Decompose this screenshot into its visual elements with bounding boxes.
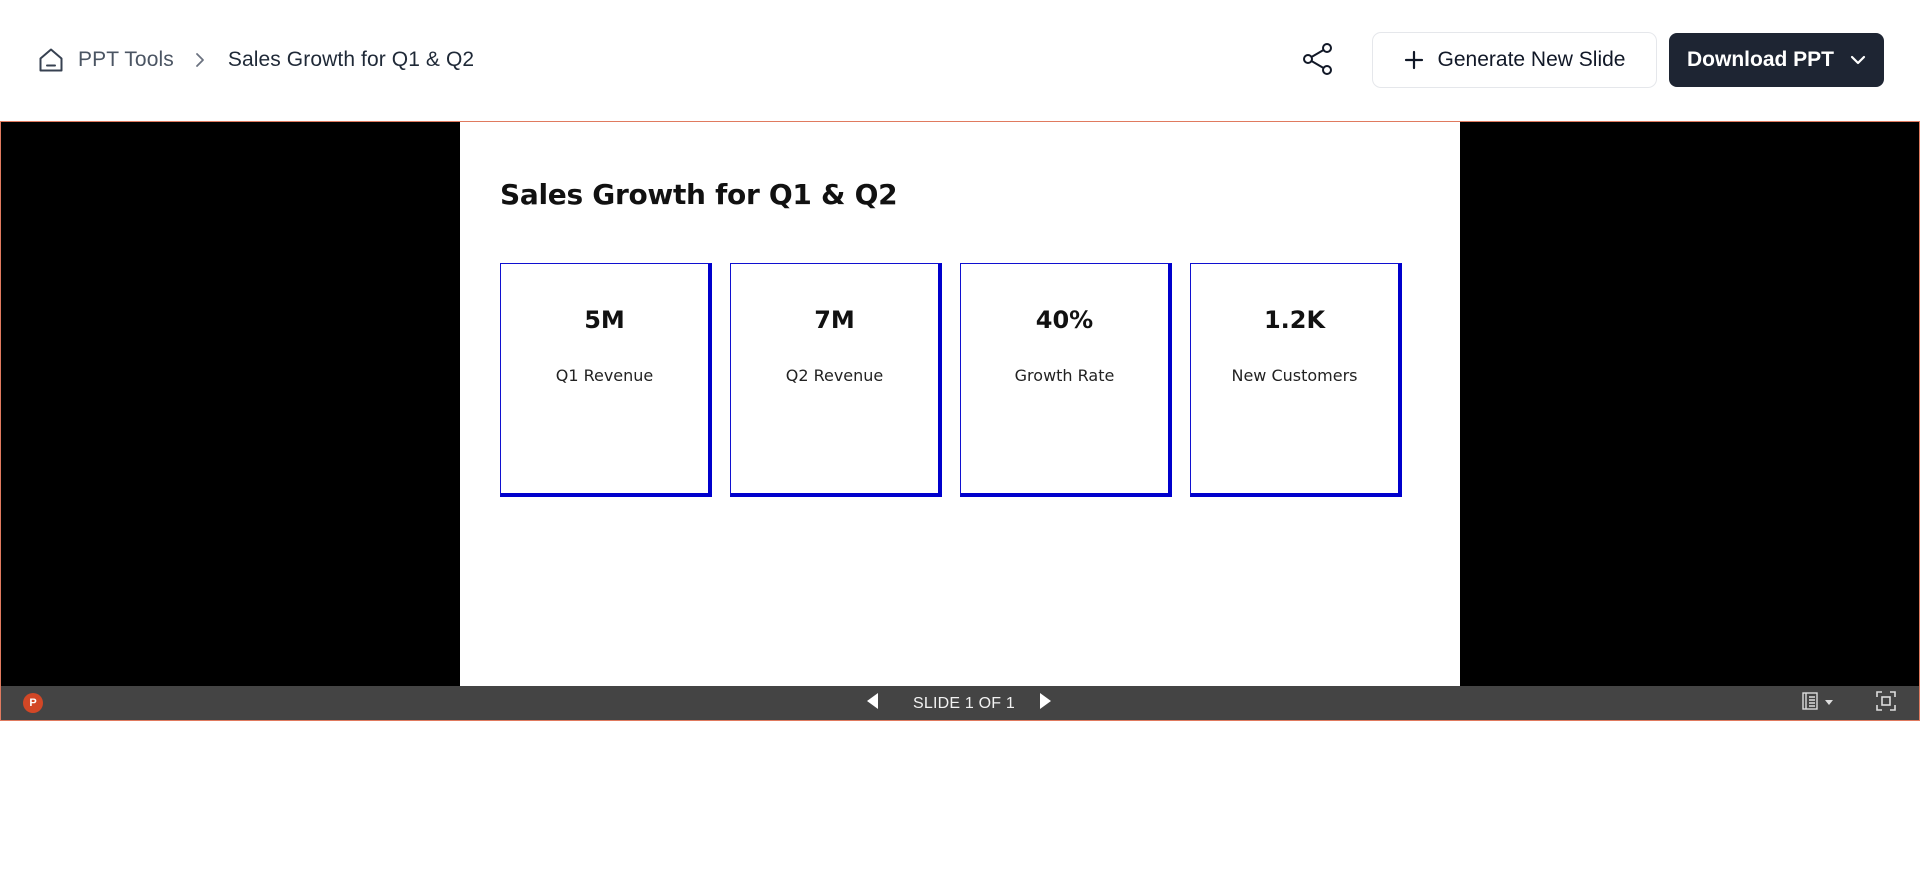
share-button[interactable]	[1299, 42, 1337, 80]
slide-counter: SLIDE 1 OF 1	[913, 695, 1015, 712]
fullscreen-button[interactable]	[1875, 690, 1897, 716]
top-bar: PPT Tools Sales Growth for Q1 & Q2 Gener…	[0, 0, 1920, 120]
triangle-right-icon	[1039, 692, 1051, 714]
metric-card-growth-rate: 40% Growth Rate	[960, 263, 1172, 497]
caret-down-icon	[1825, 700, 1833, 706]
metric-value: 5M	[584, 306, 625, 334]
triangle-left-icon	[867, 692, 879, 714]
breadcrumb: PPT Tools Sales Growth for Q1 & Q2	[36, 44, 474, 76]
previous-slide-button[interactable]	[865, 692, 881, 714]
generate-new-slide-label: Generate New Slide	[1437, 48, 1626, 71]
metric-label: New Customers	[1231, 366, 1358, 385]
metric-label: Q1 Revenue	[555, 366, 654, 385]
chevron-right-icon	[194, 51, 206, 69]
share-icon	[1301, 42, 1335, 81]
viewer-status-bar: P SLIDE 1 OF 1	[1, 686, 1919, 720]
presentation-viewer: Sales Growth for Q1 & Q2 5M Q1 Revenue 7…	[0, 121, 1920, 721]
metric-label: Q2 Revenue	[785, 366, 884, 385]
fullscreen-icon	[1876, 690, 1896, 716]
download-ppt-button[interactable]: Download PPT	[1669, 33, 1884, 87]
slide-canvas: Sales Growth for Q1 & Q2 5M Q1 Revenue 7…	[460, 122, 1460, 686]
chevron-down-icon	[1850, 54, 1866, 66]
metric-card-q1-revenue: 5M Q1 Revenue	[500, 263, 712, 497]
metric-value: 40%	[1035, 306, 1094, 334]
metric-label: Growth Rate	[1014, 366, 1115, 385]
generate-new-slide-button[interactable]: Generate New Slide	[1372, 32, 1657, 88]
powerpoint-logo-icon: P	[23, 693, 43, 713]
home-icon[interactable]	[36, 45, 66, 75]
metric-card-q2-revenue: 7M Q2 Revenue	[730, 263, 942, 497]
view-mode-dropdown[interactable]	[1801, 691, 1841, 715]
breadcrumb-current: Sales Growth for Q1 & Q2	[227, 48, 475, 71]
metric-card-new-customers: 1.2K New Customers	[1190, 263, 1402, 497]
metric-value: 7M	[814, 306, 855, 334]
plus-icon	[1404, 50, 1424, 70]
breadcrumb-root-link[interactable]: PPT Tools	[78, 48, 174, 72]
download-ppt-label: Download PPT	[1687, 48, 1834, 71]
metric-value: 1.2K	[1263, 306, 1326, 334]
next-slide-button[interactable]	[1037, 692, 1053, 714]
notes-view-icon	[1801, 691, 1819, 715]
slide-title: Sales Growth for Q1 & Q2	[500, 178, 898, 211]
